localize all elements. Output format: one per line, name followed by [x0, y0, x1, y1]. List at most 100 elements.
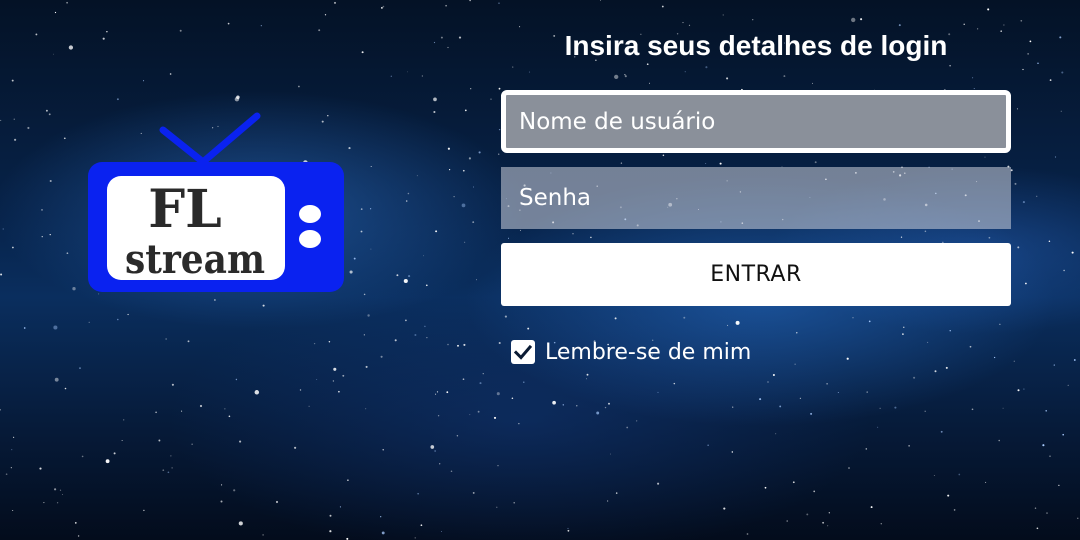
- star: [567, 527, 569, 529]
- star: [860, 18, 863, 21]
- star: [705, 66, 708, 69]
- star: [752, 19, 754, 21]
- star: [421, 75, 423, 77]
- star: [837, 392, 839, 393]
- star: [187, 340, 190, 343]
- star: [405, 319, 407, 322]
- password-input[interactable]: [501, 167, 1011, 229]
- star: [441, 531, 442, 532]
- star: [508, 237, 509, 239]
- star: [333, 1, 337, 4]
- star: [54, 377, 59, 382]
- star: [420, 524, 423, 527]
- star: [434, 450, 436, 452]
- star: [1067, 384, 1069, 386]
- star: [472, 186, 475, 188]
- star: [414, 334, 417, 336]
- star: [811, 82, 813, 84]
- star: [705, 162, 707, 164]
- star: [726, 77, 729, 80]
- star: [1061, 71, 1064, 74]
- username-input[interactable]: [501, 90, 1011, 153]
- star: [380, 516, 382, 518]
- star: [430, 445, 435, 449]
- star: [464, 109, 467, 112]
- star: [949, 330, 951, 332]
- star: [552, 400, 556, 405]
- star: [1020, 19, 1023, 22]
- star: [181, 410, 183, 412]
- star: [1036, 527, 1039, 530]
- star: [299, 389, 302, 391]
- star: [54, 488, 57, 491]
- star: [848, 467, 850, 469]
- star: [796, 332, 798, 334]
- star: [562, 404, 565, 406]
- star: [1037, 62, 1039, 65]
- star: [719, 162, 722, 165]
- star: [1049, 79, 1052, 81]
- star: [339, 506, 341, 508]
- star: [169, 73, 172, 75]
- star: [68, 45, 74, 50]
- star: [794, 363, 796, 365]
- star: [52, 53, 54, 55]
- star: [1046, 512, 1048, 514]
- star: [199, 404, 203, 408]
- star: [945, 366, 948, 369]
- star: [496, 392, 500, 396]
- star: [786, 520, 788, 522]
- star: [35, 33, 38, 36]
- star: [934, 370, 937, 373]
- star: [423, 255, 424, 257]
- star: [167, 471, 170, 474]
- star: [1060, 110, 1062, 112]
- login-title: Insira seus detalhes de login: [564, 30, 948, 61]
- login-button[interactable]: ENTRAR: [501, 243, 1011, 306]
- star: [810, 412, 813, 415]
- star: [958, 473, 961, 476]
- star: [657, 482, 660, 485]
- star: [407, 192, 410, 195]
- star: [48, 113, 51, 116]
- star: [456, 435, 459, 437]
- star: [440, 36, 443, 39]
- star: [353, 257, 356, 260]
- star: [380, 6, 383, 9]
- star: [607, 500, 609, 502]
- star: [596, 411, 600, 415]
- star: [1017, 246, 1020, 249]
- star: [1071, 251, 1074, 254]
- remember-me-row[interactable]: Lembre-se de mim: [511, 337, 751, 367]
- star: [775, 433, 777, 435]
- star: [673, 382, 676, 385]
- star: [462, 169, 465, 172]
- star: [902, 333, 904, 335]
- star: [586, 378, 587, 380]
- star: [72, 287, 76, 291]
- star: [62, 494, 63, 495]
- star: [985, 481, 987, 483]
- star: [614, 317, 617, 320]
- star: [380, 355, 383, 358]
- star: [586, 373, 589, 376]
- star: [329, 530, 332, 533]
- star: [993, 356, 996, 359]
- star: [1042, 444, 1045, 447]
- star: [1023, 388, 1025, 390]
- star: [262, 304, 265, 307]
- star: [447, 343, 449, 346]
- star: [1022, 201, 1025, 204]
- remember-me-checkbox[interactable]: [511, 340, 535, 364]
- star: [772, 373, 775, 377]
- remember-me-label: Lembre-se de mim: [545, 339, 752, 365]
- star: [224, 408, 226, 410]
- star: [477, 410, 480, 413]
- star: [347, 479, 349, 482]
- star: [624, 75, 627, 78]
- star: [469, 0, 471, 2]
- star: [482, 373, 484, 375]
- star: [43, 502, 45, 504]
- star: [924, 410, 926, 413]
- fl-stream-logo: FL stream: [88, 112, 344, 292]
